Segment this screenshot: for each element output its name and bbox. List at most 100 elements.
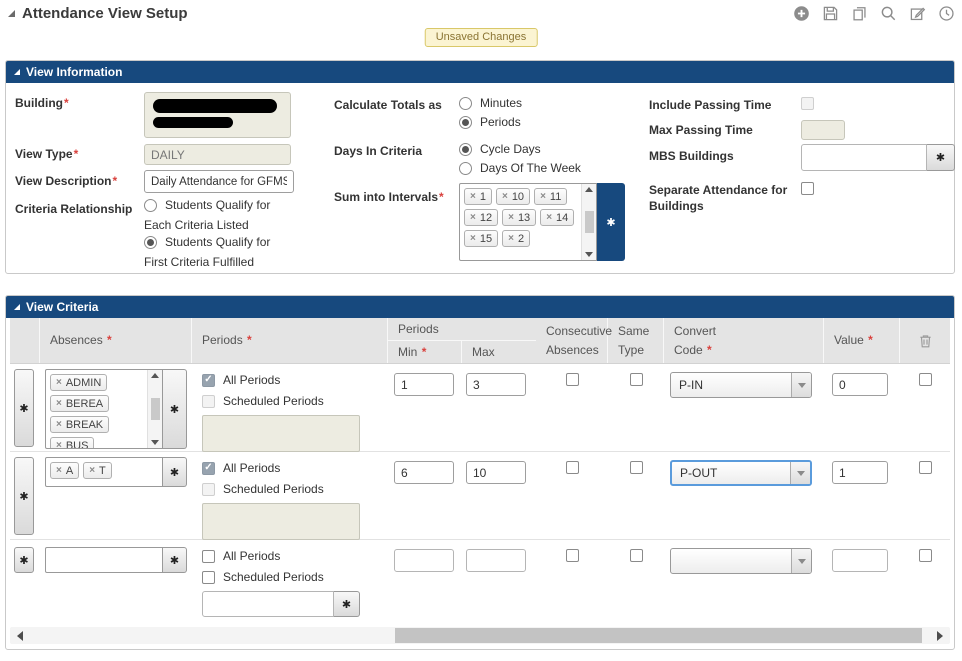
row-picker-button[interactable]: ✱: [14, 457, 34, 535]
periods-radio[interactable]: [459, 116, 472, 129]
scroll-thumb[interactable]: [151, 398, 160, 420]
value-input[interactable]: [832, 549, 888, 572]
remove-tag-icon[interactable]: ×: [540, 191, 546, 202]
convert-code-select[interactable]: P-IN: [670, 372, 812, 398]
sum-into-intervals-multiselect[interactable]: ×1 ×10 ×11 ×12 ×13 ×14 ×15 ×2 ✱: [459, 183, 625, 261]
add-icon[interactable]: [793, 5, 810, 22]
criteria-each-radio[interactable]: [144, 199, 157, 212]
remove-tag-icon[interactable]: ×: [508, 212, 514, 223]
scroll-thumb[interactable]: [585, 211, 594, 233]
row-picker-button[interactable]: ✱: [14, 547, 34, 573]
remove-tag-icon[interactable]: ×: [89, 465, 95, 476]
same-type-checkbox[interactable]: [630, 549, 643, 562]
absences-multiselect[interactable]: ×A ×T ✱: [45, 457, 187, 487]
remove-tag-icon[interactable]: ×: [470, 233, 476, 244]
scheduled-periods-label: Scheduled Periods: [223, 570, 324, 584]
remove-tag-icon[interactable]: ×: [56, 377, 62, 388]
chevron-down-icon: [798, 383, 806, 388]
separate-attendance-label2: Buildings: [649, 199, 704, 213]
consecutive-absences-checkbox[interactable]: [566, 549, 579, 562]
value-input[interactable]: [832, 373, 888, 396]
scroll-up-icon[interactable]: [585, 187, 593, 192]
save-icon[interactable]: [822, 5, 839, 22]
scrollbar[interactable]: [581, 184, 596, 260]
delete-row-checkbox[interactable]: [919, 549, 932, 562]
all-periods-checkbox[interactable]: ✓: [202, 462, 215, 475]
collapse-page-icon[interactable]: [8, 10, 15, 17]
absences-multiselect[interactable]: ✱: [45, 547, 187, 573]
scroll-down-icon[interactable]: [585, 252, 593, 257]
select-arrow-button[interactable]: [790, 462, 810, 484]
remove-tag-icon[interactable]: ×: [502, 191, 508, 202]
absence-tag: ×BEREA: [50, 395, 109, 412]
view-description-input[interactable]: [144, 170, 294, 193]
edit-icon[interactable]: [909, 5, 926, 22]
scheduled-periods-field: [202, 503, 360, 540]
minutes-radio[interactable]: [459, 97, 472, 110]
remove-tag-icon[interactable]: ×: [470, 212, 476, 223]
radio-label: Days Of The Week: [480, 161, 581, 175]
max-input[interactable]: [466, 373, 526, 396]
scheduled-periods-picker-button[interactable]: ✱: [334, 591, 360, 617]
all-periods-checkbox[interactable]: [202, 550, 215, 563]
criteria-first-radio[interactable]: [144, 236, 157, 249]
interval-tag: ×1: [464, 188, 492, 205]
periods-column-header: Periods *: [192, 318, 388, 363]
min-input[interactable]: [394, 461, 454, 484]
mbs-buildings-picker-button[interactable]: ✱: [927, 144, 955, 171]
same-type-checkbox[interactable]: [630, 373, 643, 386]
calculate-totals-label: Calculate Totals as: [334, 98, 442, 112]
consecutive-absences-checkbox[interactable]: [566, 461, 579, 474]
scroll-up-icon[interactable]: [151, 373, 159, 378]
view-information-header[interactable]: View Information: [6, 61, 954, 83]
max-input[interactable]: [466, 461, 526, 484]
delete-row-checkbox[interactable]: [919, 373, 932, 386]
row-picker-button[interactable]: ✱: [14, 369, 34, 447]
remove-tag-icon[interactable]: ×: [56, 419, 62, 430]
horizontal-scrollbar[interactable]: [10, 627, 950, 644]
scheduled-periods-input[interactable]: [202, 591, 334, 617]
view-type-label: View Type*: [15, 147, 78, 161]
convert-code-select[interactable]: [670, 548, 812, 574]
absences-picker-button[interactable]: ✱: [163, 369, 187, 449]
history-icon[interactable]: [938, 5, 955, 22]
remove-tag-icon[interactable]: ×: [56, 398, 62, 409]
separate-attendance-checkbox[interactable]: [801, 182, 814, 195]
remove-tag-icon[interactable]: ×: [56, 465, 62, 476]
min-input[interactable]: [394, 549, 454, 572]
all-periods-checkbox[interactable]: ✓: [202, 374, 215, 387]
max-input[interactable]: [466, 549, 526, 572]
scroll-down-icon[interactable]: [151, 440, 159, 445]
absences-multiselect[interactable]: ×ADMIN ×BEREA ×BREAK ×BUS ×CLINI: [45, 369, 187, 449]
cycle-days-radio[interactable]: [459, 143, 472, 156]
days-of-week-radio[interactable]: [459, 162, 472, 175]
scroll-thumb[interactable]: [395, 628, 921, 643]
collapse-section-icon[interactable]: [14, 304, 20, 310]
remove-tag-icon[interactable]: ×: [508, 233, 514, 244]
absences-picker-button[interactable]: ✱: [163, 457, 187, 487]
copy-icon[interactable]: [851, 5, 868, 22]
value-column-header: Value *: [824, 318, 900, 363]
min-input[interactable]: [394, 373, 454, 396]
scrollbar[interactable]: [147, 370, 162, 448]
intervals-picker-button[interactable]: ✱: [597, 183, 625, 261]
scroll-right-icon[interactable]: [937, 631, 943, 641]
scroll-left-icon[interactable]: [17, 631, 23, 641]
remove-tag-icon[interactable]: ×: [546, 212, 552, 223]
search-icon[interactable]: [880, 5, 897, 22]
remove-tag-icon[interactable]: ×: [470, 191, 476, 202]
value-input[interactable]: [832, 461, 888, 484]
convert-code-select[interactable]: P-OUT: [670, 460, 812, 486]
view-criteria-header[interactable]: View Criteria: [6, 296, 954, 318]
delete-row-checkbox[interactable]: [919, 461, 932, 474]
select-arrow-button[interactable]: [791, 373, 811, 397]
select-arrow-button[interactable]: [791, 549, 811, 573]
same-type-checkbox[interactable]: [630, 461, 643, 474]
collapse-section-icon[interactable]: [14, 69, 20, 75]
include-passing-time-label: Include Passing Time: [649, 98, 771, 112]
absences-picker-button[interactable]: ✱: [163, 547, 187, 573]
remove-tag-icon[interactable]: ×: [56, 440, 62, 448]
consecutive-absences-checkbox[interactable]: [566, 373, 579, 386]
mbs-buildings-input[interactable]: [801, 144, 927, 171]
scheduled-periods-checkbox[interactable]: [202, 571, 215, 584]
